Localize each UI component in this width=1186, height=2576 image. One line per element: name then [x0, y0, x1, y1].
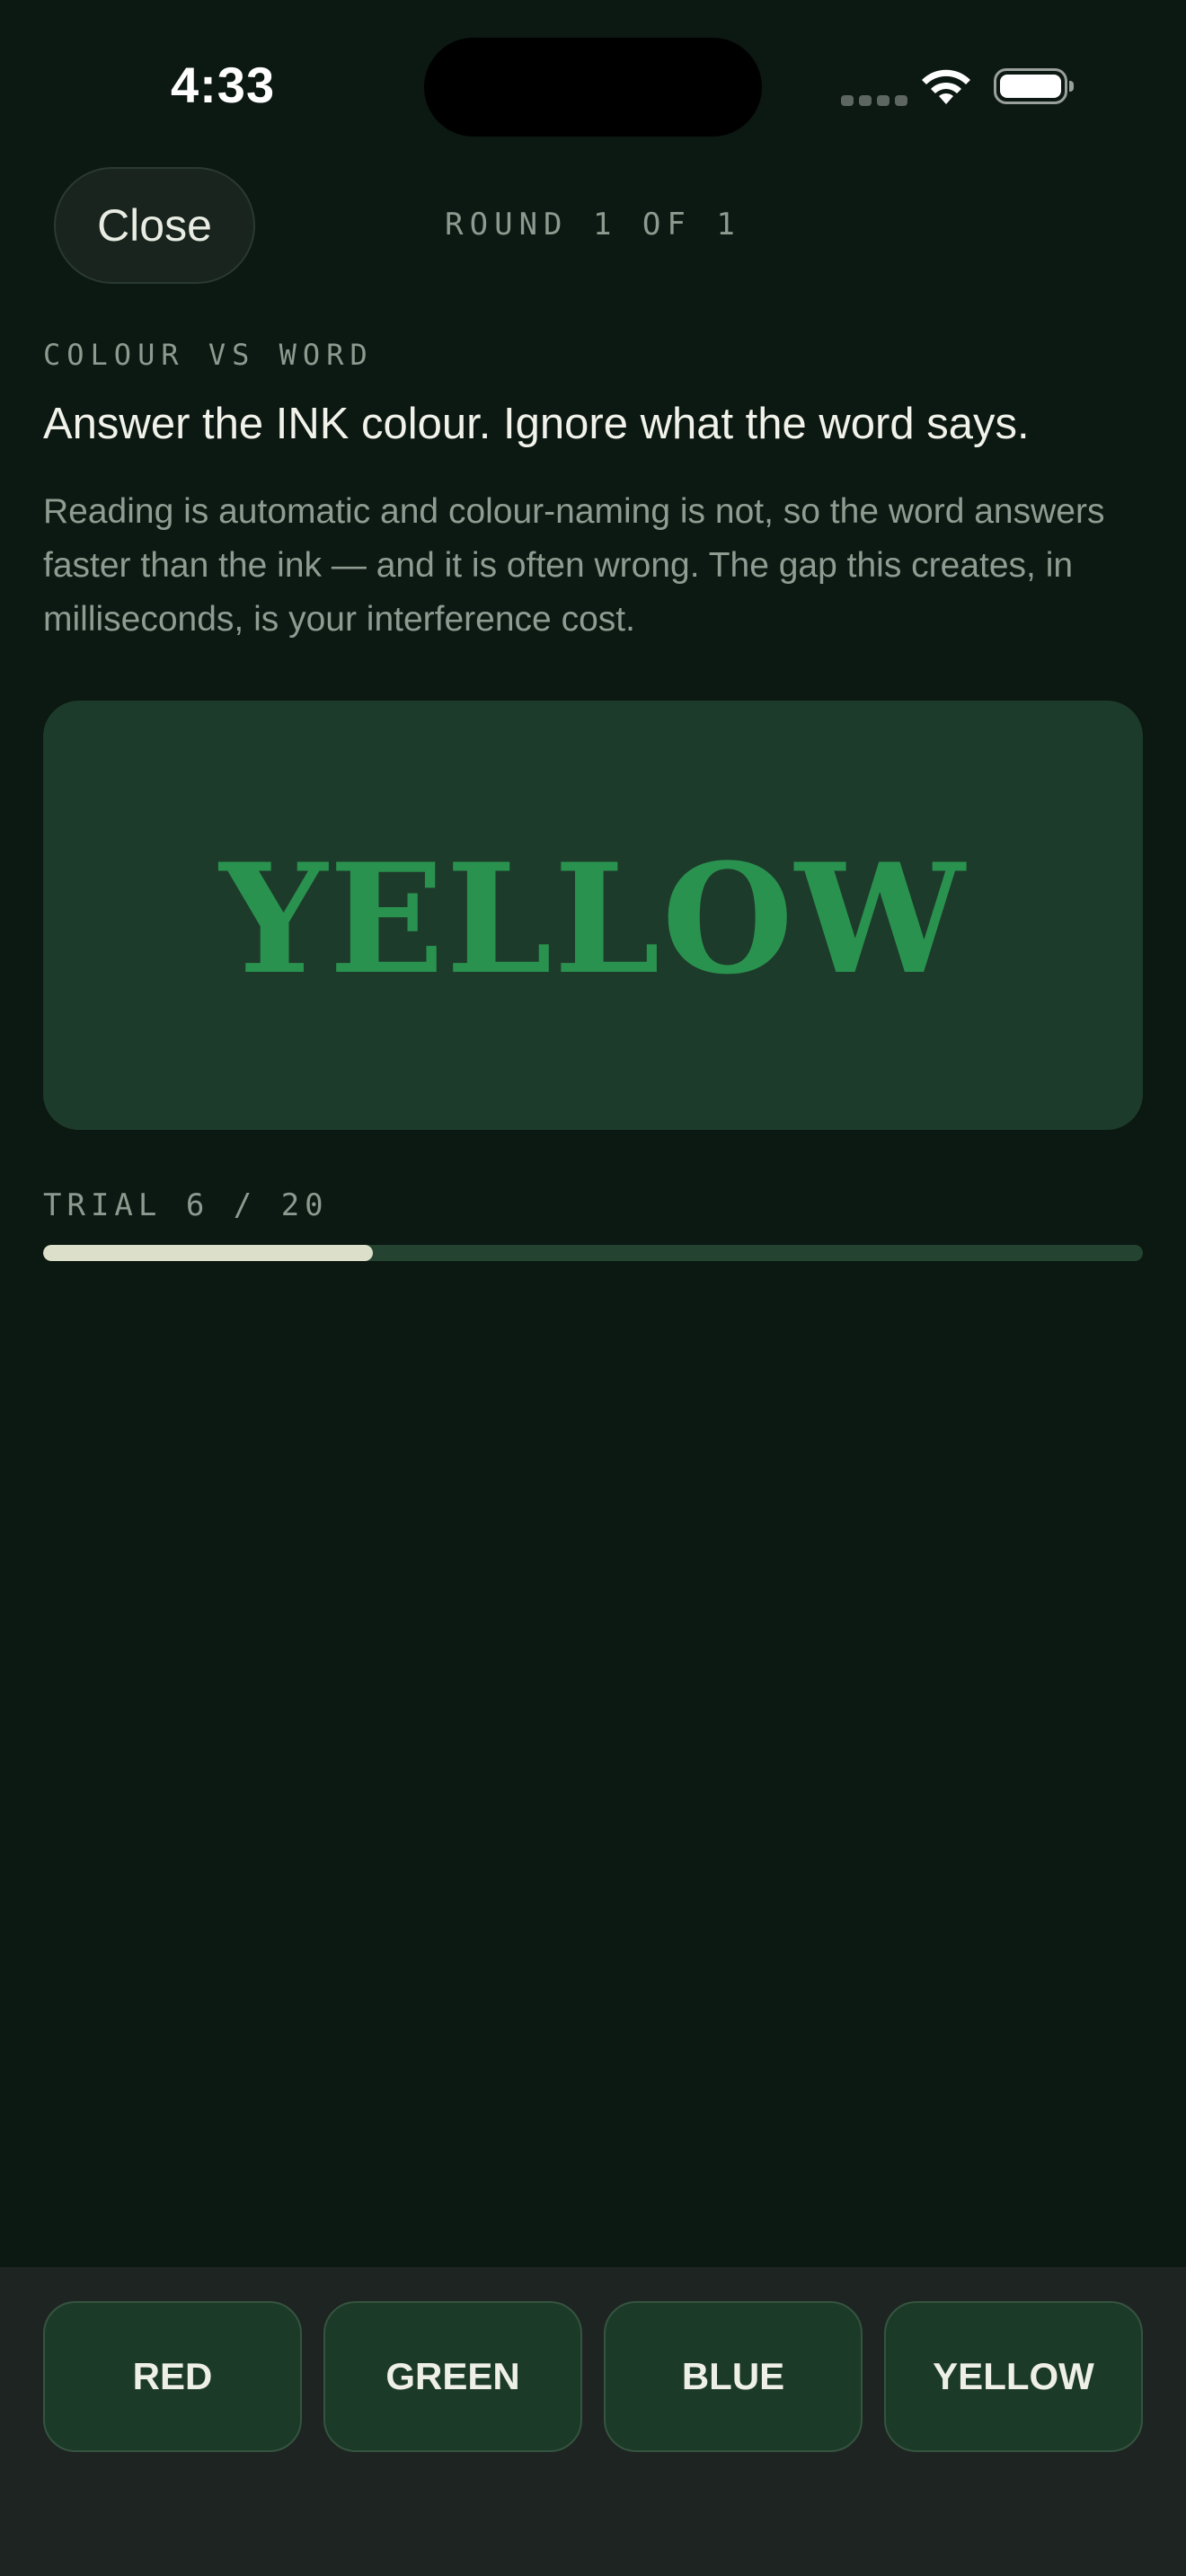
wifi-icon: [922, 69, 970, 104]
task-explanation: Reading is automatic and colour-naming i…: [43, 492, 1105, 639]
trial-counter: TRIAL 6 / 20: [43, 1187, 329, 1223]
task-instruction: Answer the INK colour. Ignore what the w…: [43, 400, 1030, 448]
answer-green-button[interactable]: GREEN: [323, 2301, 582, 2452]
battery-icon: [994, 68, 1074, 104]
progress-bar: [43, 1245, 1143, 1261]
answer-bar: RED GREEN BLUE YELLOW: [0, 2267, 1186, 2576]
task-eyebrow: COLOUR VS WORD: [43, 338, 374, 372]
dynamic-island: [424, 38, 762, 137]
stimulus-card: YELLOW: [43, 701, 1143, 1130]
stimulus-word: YELLOW: [219, 830, 967, 1008]
answer-red-button[interactable]: RED: [43, 2301, 302, 2452]
answer-yellow-button[interactable]: YELLOW: [884, 2301, 1143, 2452]
answer-buttons: RED GREEN BLUE YELLOW: [43, 2301, 1143, 2452]
answer-blue-button[interactable]: BLUE: [604, 2301, 863, 2452]
progress-fill: [43, 1245, 374, 1261]
status-bar: 4:33: [0, 0, 1186, 171]
status-time: 4:33: [171, 57, 276, 113]
cellular-signal-icon: [841, 95, 907, 106]
round-label: ROUND 1 OF 1: [445, 207, 741, 243]
